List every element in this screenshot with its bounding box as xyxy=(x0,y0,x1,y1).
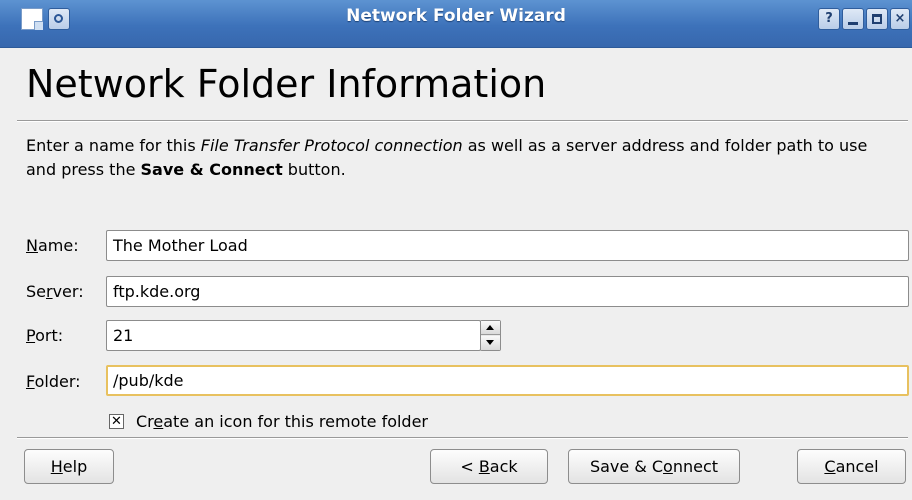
create-icon-label-rest: ate an icon for this remote folder xyxy=(163,412,429,431)
save-button-pre: Save & C xyxy=(589,457,664,476)
maximize-icon xyxy=(872,14,882,24)
cancel-button-mnemonic: C xyxy=(824,457,836,476)
name-label: Name: xyxy=(26,236,79,256)
name-label-mnemonic: N xyxy=(26,236,38,255)
back-button-pre: < xyxy=(460,457,479,476)
maximize-button[interactable] xyxy=(866,8,888,30)
folder-label-mnemonic: F xyxy=(26,372,35,391)
cancel-button[interactable]: Cancel xyxy=(797,449,906,484)
minimize-button[interactable] xyxy=(842,8,864,30)
server-label-mnemonic: r xyxy=(46,282,53,301)
port-label-mnemonic: P xyxy=(26,326,36,345)
port-spinner xyxy=(480,320,501,351)
spin-up-icon[interactable] xyxy=(481,321,500,335)
instructions-part1: Enter a name for this xyxy=(26,136,201,155)
help-button[interactable]: Help xyxy=(24,449,114,484)
folder-label-rest: older: xyxy=(34,372,81,391)
cancel-button-rest: ancel xyxy=(835,457,879,476)
folder-label: Folder: xyxy=(26,372,81,392)
help-title-button[interactable]: ? xyxy=(818,8,840,30)
divider xyxy=(17,120,908,122)
back-button-rest: ack xyxy=(489,457,518,476)
save-button-mnemonic: o xyxy=(663,457,673,476)
create-icon-label-mnemonic: e xyxy=(153,412,164,431)
port-label: Port: xyxy=(26,326,63,346)
folder-field[interactable]: /pub/kde xyxy=(106,365,909,396)
divider xyxy=(17,437,908,439)
create-icon-label-pre: Cr xyxy=(136,412,154,431)
title-bar[interactable]: Network Folder Wizard ? × xyxy=(0,0,912,48)
help-button-mnemonic: H xyxy=(50,457,63,476)
back-button[interactable]: < Back xyxy=(430,449,548,484)
button-reference: Save & Connect xyxy=(140,160,283,179)
server-label-pre: Se xyxy=(26,282,46,301)
name-field[interactable]: The Mother Load xyxy=(106,230,909,261)
network-folder-wizard-window: Network Folder Wizard ? × Network Folder… xyxy=(0,0,912,500)
help-button-rest: elp xyxy=(62,457,88,476)
server-label: Server: xyxy=(26,282,84,302)
save-button-rest: nnect xyxy=(672,457,719,476)
server-label-rest: ver: xyxy=(52,282,84,301)
port-field[interactable]: 21 xyxy=(106,320,481,351)
create-icon-checkbox[interactable]: ✕ xyxy=(109,414,124,429)
instructions-part3: button. xyxy=(282,160,346,179)
close-button[interactable]: × xyxy=(890,8,910,30)
port-label-rest: ort: xyxy=(35,326,64,345)
create-icon-label[interactable]: Create an icon for this remote folder xyxy=(136,412,428,432)
instructions-text: Enter a name for this File Transfer Prot… xyxy=(26,134,886,182)
page-title: Network Folder Information xyxy=(26,62,547,106)
minimize-icon xyxy=(848,22,858,25)
back-button-mnemonic: B xyxy=(478,457,490,476)
protocol-name: File Transfer Protocol connection xyxy=(200,136,463,155)
spin-down-icon[interactable] xyxy=(481,336,500,350)
checkmark-icon: ✕ xyxy=(111,414,122,429)
server-field[interactable]: ftp.kde.org xyxy=(106,276,909,307)
name-label-rest: ame: xyxy=(37,236,79,255)
save-connect-button[interactable]: Save & Connect xyxy=(568,449,740,484)
window-title: Network Folder Wizard xyxy=(346,6,566,26)
